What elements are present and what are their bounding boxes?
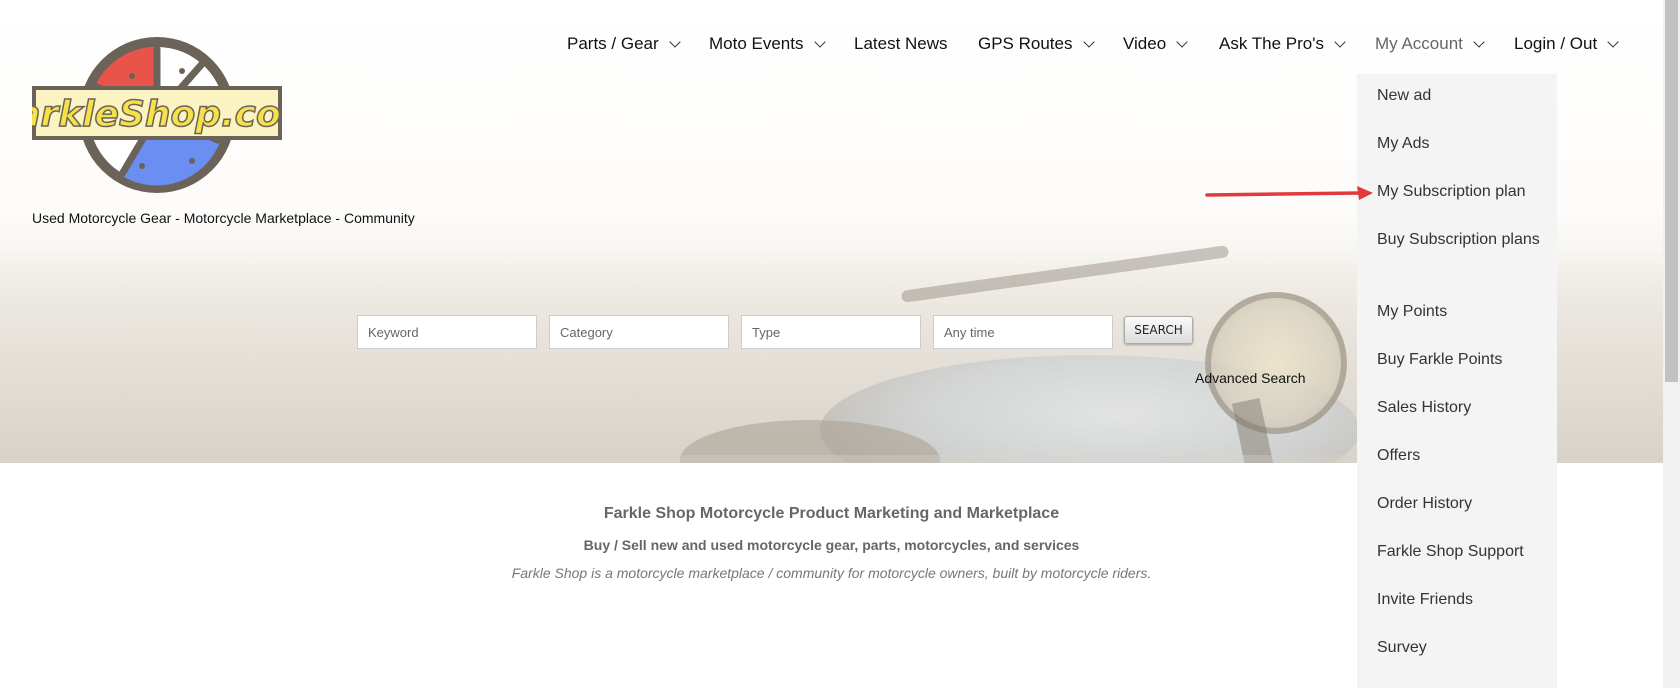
menu-item-sales-history[interactable]: Sales History — [1377, 396, 1547, 420]
page-description: Farkle Shop is a motorcycle marketplace … — [511, 565, 1152, 581]
menu-item-offers[interactable]: Offers — [1377, 444, 1547, 468]
nav-ask-the-pros[interactable]: Ask The Pro's — [1219, 34, 1346, 54]
red-arrow-icon — [1205, 186, 1373, 200]
nav-gps-routes[interactable]: GPS Routes — [978, 34, 1095, 54]
scrollbar[interactable] — [1663, 0, 1680, 688]
nav-my-account[interactable]: My Account — [1375, 34, 1485, 54]
menu-item-my-points[interactable]: My Points — [1377, 300, 1547, 324]
category-select[interactable] — [549, 315, 729, 349]
site-logo[interactable]: FarkleShop.com — [32, 36, 282, 194]
menu-item-buy-farkle-points[interactable]: Buy Farkle Points — [1377, 348, 1547, 372]
chevron-down-icon — [668, 36, 681, 48]
menu-item-my-ads[interactable]: My Ads — [1377, 132, 1547, 156]
nav-moto-events[interactable]: Moto Events — [709, 34, 826, 54]
nav-parts-gear[interactable]: Parts / Gear — [567, 34, 681, 54]
chevron-down-icon — [813, 36, 826, 48]
motorcycle-headlamp-image — [1205, 292, 1347, 434]
chevron-down-icon — [1082, 36, 1095, 48]
keyword-input[interactable] — [357, 315, 537, 349]
my-account-dropdown: New ad My Ads My Subscription plan Buy S… — [1357, 74, 1557, 688]
menu-item-buy-subscription-plans[interactable]: Buy Subscription plans — [1377, 228, 1547, 252]
menu-item-my-subscription-plan[interactable]: My Subscription plan — [1377, 180, 1547, 204]
time-select[interactable] — [933, 315, 1113, 349]
chevron-down-icon — [1607, 36, 1619, 48]
logo-text: FarkleShop.com — [32, 94, 282, 135]
page-title: Farkle Shop Motorcycle Product Marketing… — [603, 505, 1060, 522]
menu-item-survey[interactable]: Survey — [1377, 636, 1547, 660]
farkleshop-logo-icon: FarkleShop.com — [32, 37, 282, 193]
chevron-down-icon — [1334, 36, 1346, 48]
main-nav: Parts / Gear Moto Events Latest News GPS… — [0, 34, 1663, 54]
advanced-search-link[interactable]: Advanced Search — [1195, 370, 1306, 386]
scrollbar-thumb[interactable] — [1665, 0, 1678, 382]
chevron-down-icon — [1176, 36, 1188, 48]
chevron-down-icon — [1473, 36, 1485, 48]
nav-login-out[interactable]: Login / Out — [1514, 34, 1619, 54]
site-tagline: Used Motorcycle Gear - Motorcycle Market… — [32, 210, 415, 226]
nav-video[interactable]: Video — [1123, 34, 1188, 54]
type-select[interactable] — [741, 315, 921, 349]
menu-item-invite-friends[interactable]: Invite Friends — [1377, 588, 1547, 612]
page-subtitle: Buy / Sell new and used motorcycle gear,… — [583, 537, 1080, 553]
search-button[interactable]: SEARCH — [1124, 316, 1193, 344]
nav-latest-news[interactable]: Latest News — [854, 34, 948, 54]
menu-item-new-ad[interactable]: New ad — [1377, 84, 1547, 108]
